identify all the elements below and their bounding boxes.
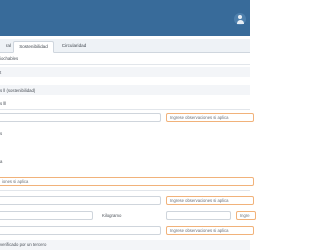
unit-label: Kilogramo — [102, 213, 122, 218]
section-band — [0, 85, 250, 95]
row-label-reciclables: iochables — [0, 56, 19, 61]
text-field[interactable] — [0, 196, 161, 205]
observations-field[interactable]: Ingrese observaciones si aplica — [166, 196, 254, 205]
section-band — [0, 67, 250, 77]
divider — [0, 109, 250, 110]
quantity-field[interactable] — [0, 211, 93, 220]
row-label-5: a — [0, 159, 3, 164]
text-field[interactable] — [0, 113, 161, 122]
tab-circularity[interactable]: Circularidad — [57, 41, 91, 51]
user-avatar-head — [238, 15, 242, 19]
divider — [0, 64, 250, 65]
observations-field-wide[interactable]: iones si aplica — [0, 177, 254, 186]
row-label-verified: verificado por un tercero — [0, 242, 47, 247]
user-avatar-icon[interactable] — [234, 13, 246, 25]
row-label-3: s lll — [0, 101, 7, 106]
observations-field-cut[interactable]: Ingre — [236, 211, 256, 220]
observations-field[interactable]: Ingrese observaciones si aplica — [166, 113, 254, 122]
text-field[interactable] — [166, 211, 231, 220]
tab-sustainability[interactable]: Sostenibilidad — [13, 41, 54, 53]
user-avatar-body — [236, 20, 244, 24]
tab-general[interactable]: ral — [0, 41, 11, 51]
row-label-2: t — [0, 70, 2, 75]
text-field[interactable] — [0, 226, 161, 235]
row-label-4: s — [0, 131, 3, 136]
observations-field[interactable]: Ingrese observaciones si aplica — [166, 226, 254, 235]
row-label-sostenibilidad: s ll (sostenibilidad) — [0, 88, 36, 93]
divider — [0, 190, 250, 191]
top-bar — [0, 0, 250, 36]
tab-strip: ral Sostenibilidad Circularidad — [0, 39, 250, 53]
